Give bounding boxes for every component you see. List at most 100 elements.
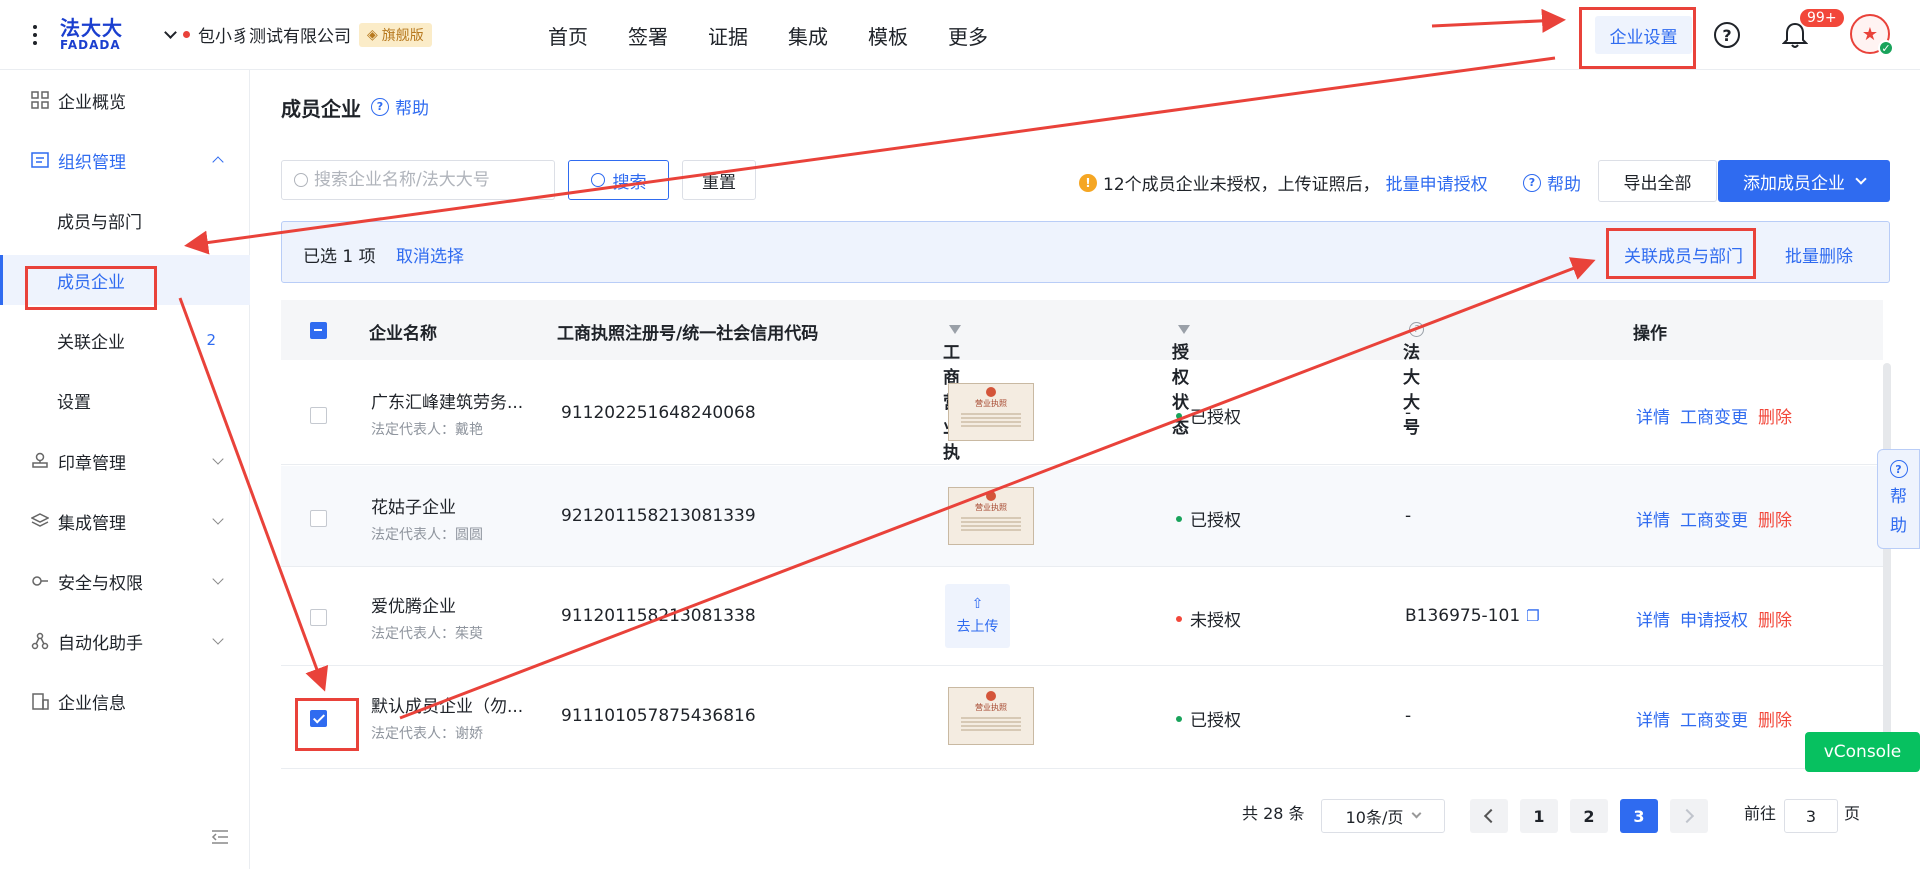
page-button-1[interactable]: 1 (1520, 799, 1558, 833)
license-thumbnail[interactable]: 营业执照 (948, 687, 1034, 745)
nav-home[interactable]: 首页 (548, 21, 588, 50)
goto-page-input[interactable]: 3 (1784, 799, 1838, 833)
select-all-checkbox[interactable] (310, 322, 327, 339)
chevron-down-icon (1411, 808, 1422, 819)
search-input[interactable] (314, 170, 544, 190)
nav-more[interactable]: 更多 (948, 21, 988, 50)
sidebar-item-org[interactable]: 组织管理 (0, 135, 250, 185)
company-name[interactable]: 花姑子企业 (371, 493, 456, 518)
license-thumbnail[interactable]: 营业执照 (948, 383, 1034, 441)
logo[interactable]: 法大大 FADADA (60, 17, 128, 52)
sidebar-item-security[interactable]: 安全与权限 (0, 556, 250, 606)
copy-icon[interactable]: ❐ (1526, 607, 1539, 625)
floating-help-button[interactable]: ? 帮 助 (1877, 449, 1920, 549)
sidebar-item-label: 设置 (57, 392, 91, 413)
nav-integration[interactable]: 集成 (788, 21, 828, 50)
sidebar-item-info[interactable]: 企业信息 (0, 676, 250, 726)
company-name[interactable]: 爱优腾企业 (371, 592, 456, 617)
row-checkbox[interactable] (310, 510, 327, 527)
status-dot (1176, 412, 1182, 419)
company-name[interactable]: 广东汇峰建筑劳务... (371, 388, 523, 413)
sidebar-item-label: 成员与部门 (57, 212, 142, 233)
notice-help-link[interactable]: ? 帮助 (1523, 170, 1581, 195)
reset-button[interactable]: 重置 (682, 160, 756, 200)
detail-link[interactable]: 详情 (1636, 606, 1670, 631)
bulk-apply-auth-link[interactable]: 批量申请授权 (1386, 170, 1488, 195)
question-icon: ? (371, 97, 389, 116)
sidebar-item-overview[interactable]: 企业概览 (0, 75, 250, 125)
export-all-button[interactable]: 导出全部 (1598, 160, 1717, 202)
fdd-number: - (1405, 506, 1412, 526)
delete-link[interactable]: 删除 (1758, 506, 1792, 531)
page-title: 成员企业 (281, 97, 361, 121)
nav-evidence[interactable]: 证据 (708, 21, 748, 50)
table-scrollbar[interactable] (1883, 363, 1891, 743)
fdd-number-value: B136975-101 (1405, 606, 1521, 626)
bulk-delete-link[interactable]: 批量删除 (1785, 242, 1853, 267)
warning-icon: ! (1079, 173, 1097, 192)
collapse-sidebar-icon[interactable] (211, 830, 229, 844)
sidebar-item-label: 安全与权限 (58, 573, 143, 594)
business-change-link[interactable]: 工商变更 (1680, 706, 1748, 731)
company-name[interactable]: 默认成员企业（勿... (371, 692, 523, 717)
license-thumbnail[interactable]: 营业执照 (948, 487, 1034, 545)
info-icon[interactable]: ? (1409, 321, 1424, 337)
page-size-select[interactable]: 10条/页 (1321, 799, 1445, 833)
sidebar-item-automation[interactable]: 自动化助手 (0, 616, 250, 666)
annotation-box-checkbox (295, 698, 359, 751)
business-change-link[interactable]: 工商变更 (1680, 506, 1748, 531)
cancel-selection-link[interactable]: 取消选择 (396, 242, 464, 267)
search-button[interactable]: 搜索 (568, 160, 669, 200)
credit-code: 921201158213081339 (561, 506, 756, 526)
company-switcher[interactable]: 包小豸测试有限公司 ◈ 旗舰版 (164, 22, 432, 47)
sidebar-item-label: 自动化助手 (58, 633, 143, 654)
prev-page-button[interactable] (1470, 799, 1508, 833)
page-button-2[interactable]: 2 (1570, 799, 1608, 833)
edition-badge: ◈ 旗舰版 (359, 22, 432, 47)
next-page-button[interactable] (1670, 799, 1708, 833)
credit-code: 911202251648240068 (561, 403, 756, 423)
delete-link[interactable]: 删除 (1758, 606, 1792, 631)
nodes-icon (30, 631, 50, 651)
auth-status: 未授权 (1176, 606, 1241, 631)
upload-license-button[interactable]: ⇧ 去上传 (945, 584, 1010, 648)
detail-link[interactable]: 详情 (1636, 403, 1670, 428)
row-checkbox[interactable] (310, 407, 327, 424)
sidebar-item-integration[interactable]: 集成管理 (0, 496, 250, 546)
page-button-3[interactable]: 3 (1620, 799, 1658, 833)
detail-link[interactable]: 详情 (1636, 506, 1670, 531)
business-change-link[interactable]: 工商变更 (1680, 403, 1748, 428)
row-actions: 详情 工商变更 删除 (1636, 506, 1792, 531)
help-icon[interactable]: ? (1714, 22, 1740, 48)
add-member-company-button[interactable]: 添加成员企业 (1718, 160, 1890, 202)
sidebar-item-members[interactable]: 成员与部门 (0, 195, 250, 245)
logo-en: FADADA (60, 38, 121, 52)
stamp-icon (30, 451, 50, 471)
filter-icon[interactable] (949, 324, 961, 334)
sidebar-item-label: 企业信息 (58, 693, 126, 714)
sidebar-item-settings[interactable]: 设置 (0, 375, 250, 425)
delete-link[interactable]: 删除 (1758, 403, 1792, 428)
vconsole-button[interactable]: vConsole (1805, 732, 1920, 772)
floating-help-char-1: 帮 (1890, 487, 1907, 507)
sidebar-item-seal[interactable]: 印章管理 (0, 436, 250, 486)
nav-templates[interactable]: 模板 (868, 21, 908, 50)
row-actions: 详情 申请授权 删除 (1636, 606, 1792, 631)
status-dot (1176, 715, 1182, 722)
app-menu-icon[interactable] (28, 24, 42, 45)
filter-icon[interactable] (1178, 324, 1190, 334)
floating-help-char-2: 助 (1890, 516, 1907, 536)
delete-link[interactable]: 删除 (1758, 706, 1792, 731)
key-icon (30, 571, 50, 591)
edition-label: 旗舰版 (381, 27, 424, 44)
annotation-box-relate (1606, 228, 1756, 279)
sidebar-item-label: 关联企业 (57, 332, 125, 353)
nav-sign[interactable]: 签署 (628, 21, 668, 50)
sidebar-item-label: 企业概览 (58, 92, 126, 113)
detail-link[interactable]: 详情 (1636, 706, 1670, 731)
table-row: 默认成员企业（勿... 法定代表人：谢娇 911101057875436816 … (281, 667, 1883, 769)
page-help-link[interactable]: ? 帮助 (371, 94, 429, 119)
sidebar-item-linked-companies[interactable]: 关联企业 2 (0, 315, 250, 365)
apply-auth-link[interactable]: 申请授权 (1680, 606, 1748, 631)
row-checkbox[interactable] (310, 609, 327, 626)
